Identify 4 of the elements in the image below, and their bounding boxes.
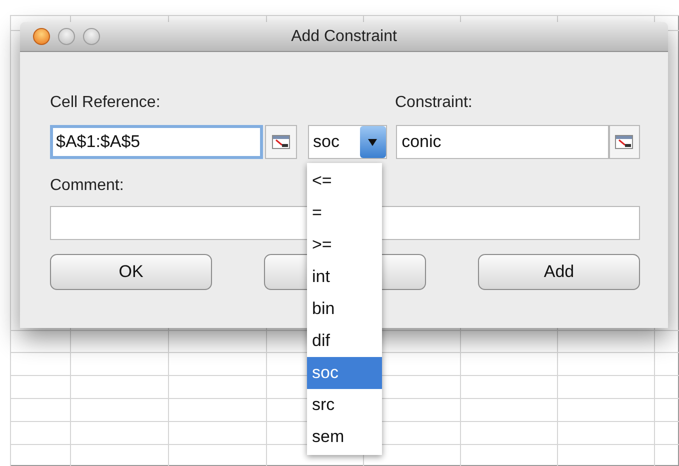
field-label: Cell Reference: — [50, 93, 162, 113]
field-label: Constraint: — [395, 93, 472, 113]
field-label: Comment: — [50, 176, 124, 196]
window-title: Add Constraint — [291, 26, 397, 46]
